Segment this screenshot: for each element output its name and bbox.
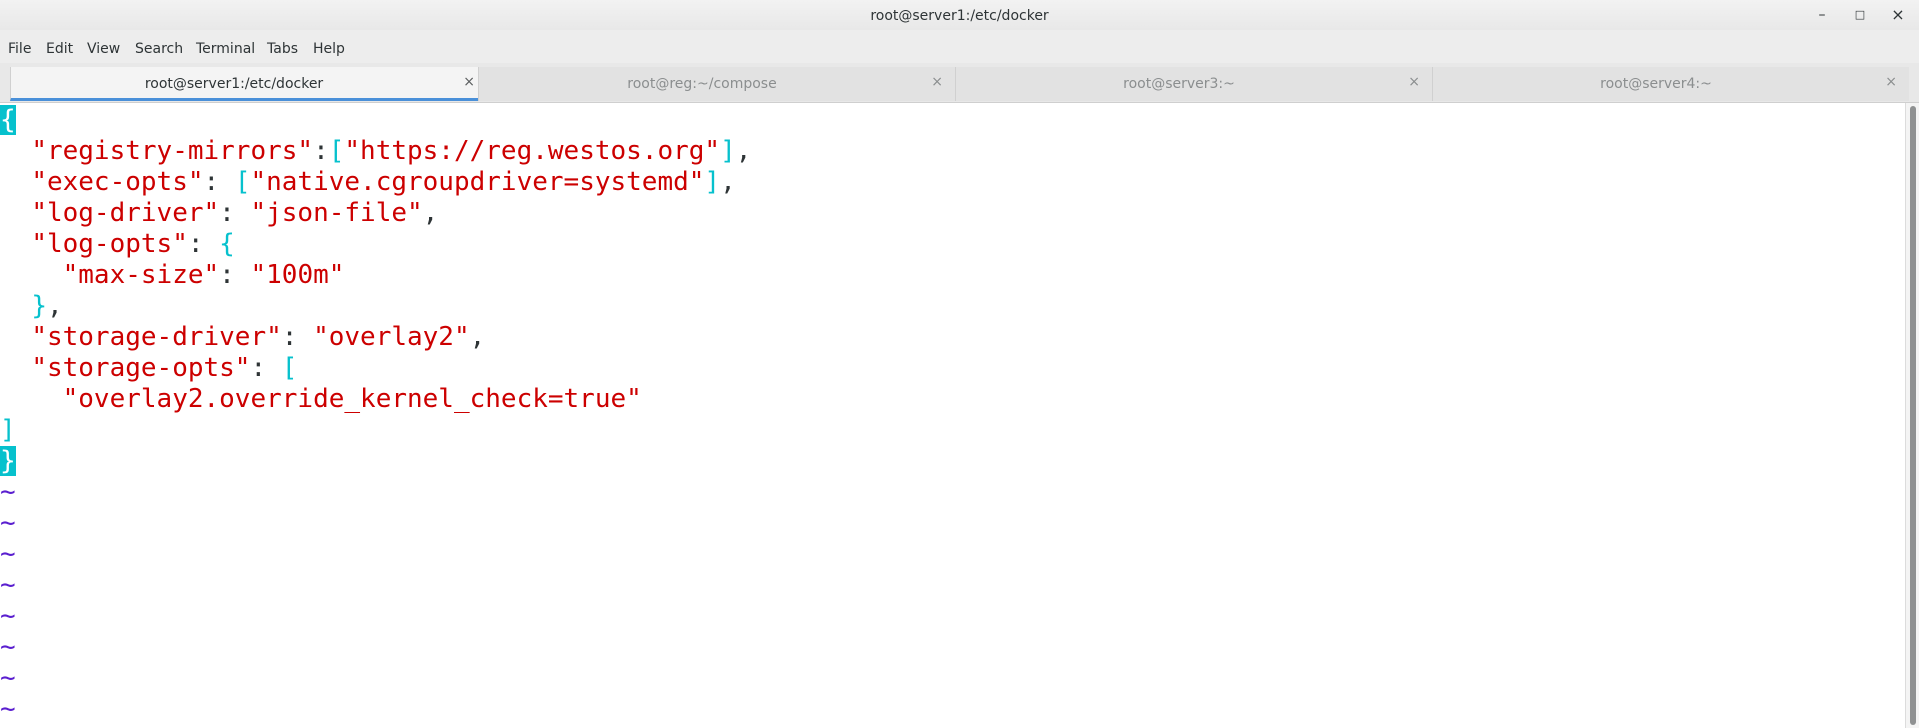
code-line: "registry-mirrors":["https://reg.westos.…	[31, 136, 752, 166]
tab-server1[interactable]: root@server1:/etc/docker ×	[10, 67, 487, 101]
menu-bar: File Edit View Search Terminal Tabs Help	[0, 30, 1919, 63]
json-key: "storage-driver"	[31, 322, 282, 352]
empty-line-marker: ~	[0, 601, 16, 631]
json-key: "max-size"	[62, 260, 220, 290]
empty-line-marker: ~	[0, 663, 16, 693]
menu-file[interactable]: File	[8, 41, 31, 57]
code-line: "exec-opts": ["native.cgroupdriver=syste…	[31, 167, 736, 197]
code-line: "log-driver": "json-file",	[31, 198, 439, 228]
close-brace: }	[0, 446, 16, 476]
code-line: "overlay2.override_kernel_check=true"	[0, 384, 642, 415]
menu-view[interactable]: View	[87, 41, 120, 57]
json-value: "json-file"	[250, 198, 423, 228]
empty-line-marker: ~	[0, 508, 16, 538]
tab-label: root@server1:/etc/docker	[144, 76, 324, 92]
minimize-button[interactable]: –	[1810, 4, 1834, 26]
menu-search[interactable]: Search	[135, 41, 183, 57]
tab-reg[interactable]: root@reg:~/compose ×	[478, 67, 955, 101]
close-icon[interactable]: ×	[931, 74, 943, 90]
code-line: "max-size": "100m"	[62, 260, 345, 290]
scrollbar-thumb[interactable]	[1910, 106, 1916, 725]
close-icon[interactable]: ×	[463, 74, 475, 90]
json-value: "native.cgroupdriver=systemd"	[250, 167, 705, 197]
tab-server4[interactable]: root@server4:~ ×	[1432, 67, 1909, 101]
close-icon[interactable]: ×	[1885, 74, 1897, 90]
json-key: "storage-opts"	[31, 353, 251, 383]
menu-terminal[interactable]: Terminal	[196, 41, 255, 57]
open-brace: {	[0, 105, 16, 135]
code-line: }	[0, 446, 16, 477]
tab-bar: root@server1:/etc/docker × root@reg:~/co…	[0, 63, 1919, 103]
empty-line-marker: ~	[0, 632, 16, 662]
window-title: root@server1:/etc/docker	[870, 8, 1049, 24]
terminal-content[interactable]: { "registry-mirrors":["https://reg.westo…	[0, 103, 1905, 728]
json-key: "log-opts"	[31, 229, 188, 259]
tab-label: root@server3:~	[1123, 76, 1235, 92]
empty-line-marker: ~	[0, 694, 16, 724]
menu-edit[interactable]: Edit	[46, 41, 73, 57]
close-window-button[interactable]: ×	[1886, 4, 1910, 26]
tab-label: root@server4:~	[1600, 76, 1712, 92]
json-value: "100m"	[250, 260, 345, 290]
tab-server3[interactable]: root@server3:~ ×	[955, 67, 1432, 101]
terminal-window: root@server1:/etc/docker – □ × File Edit…	[0, 0, 1919, 728]
code-line: },	[31, 291, 63, 321]
json-value: "overlay2.override_kernel_check=true"	[62, 384, 642, 414]
empty-line-marker: ~	[0, 570, 16, 600]
code-line: {	[0, 105, 16, 136]
vertical-scrollbar[interactable]	[1905, 103, 1919, 728]
title-bar: root@server1:/etc/docker – □ ×	[0, 0, 1919, 30]
menu-help[interactable]: Help	[313, 41, 345, 57]
json-key: "log-driver"	[31, 198, 220, 228]
close-icon[interactable]: ×	[1408, 74, 1420, 90]
json-value: "https://reg.westos.org"	[344, 136, 721, 166]
code-line: "storage-driver": "overlay2",	[31, 322, 486, 352]
menu-tabs[interactable]: Tabs	[267, 41, 298, 57]
empty-line-marker: ~	[0, 539, 16, 569]
code-line: "log-opts": {	[31, 229, 235, 259]
maximize-button[interactable]: □	[1848, 4, 1872, 26]
json-key: "exec-opts"	[31, 167, 204, 197]
tab-label: root@reg:~/compose	[627, 76, 777, 92]
json-key: "registry-mirrors"	[31, 136, 314, 166]
close-bracket: ]	[0, 415, 16, 445]
empty-line-marker: ~	[0, 477, 16, 507]
json-value: "overlay2"	[313, 322, 470, 352]
code-line: "storage-opts": [	[31, 353, 298, 383]
